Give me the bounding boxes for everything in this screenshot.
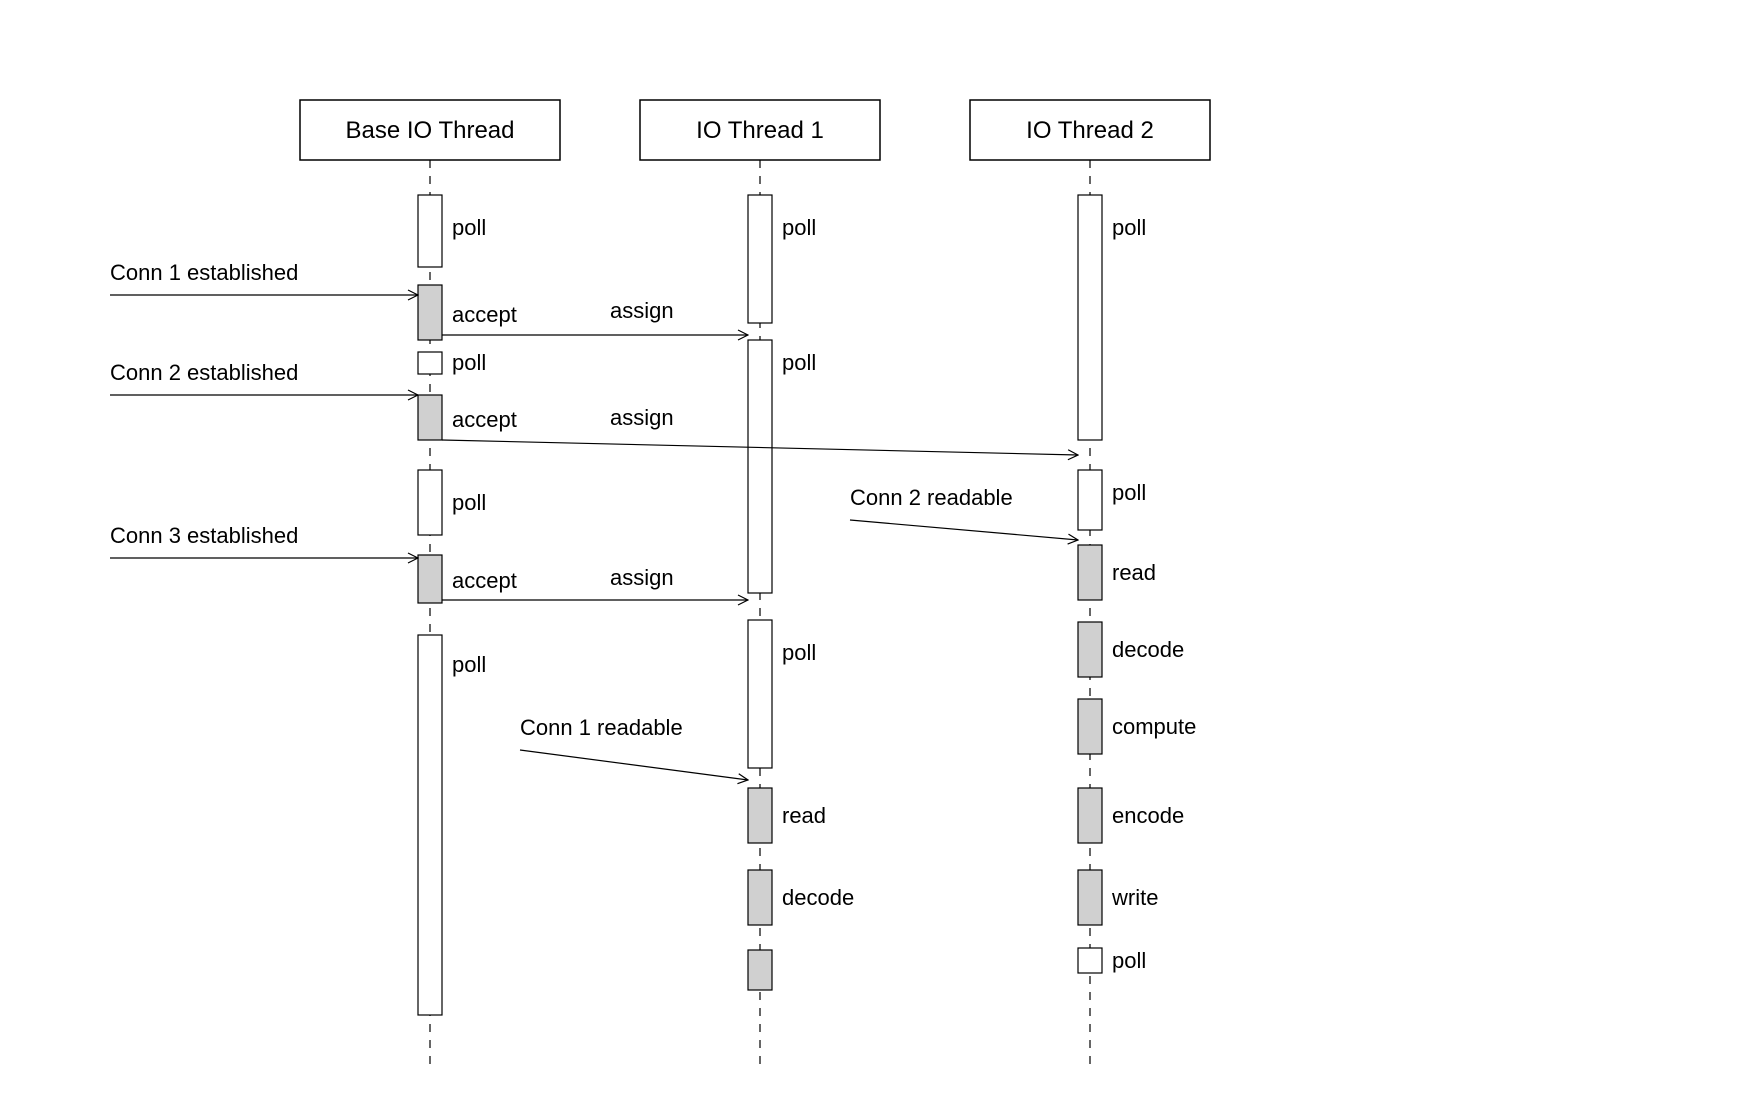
io2-write-label: write: [1111, 885, 1158, 910]
io2-poll-3: [1078, 948, 1102, 973]
io1-poll-3-label: poll: [782, 640, 816, 665]
base-poll-2: [418, 352, 442, 374]
base-accept-2: [418, 395, 442, 440]
msg-conn1-rd-label: Conn 1 readable: [520, 715, 683, 740]
msg-conn2-rd-label: Conn 2 readable: [850, 485, 1013, 510]
io2-compute: [1078, 699, 1102, 754]
io2-poll-1-label: poll: [1112, 215, 1146, 240]
io2-read-label: read: [1112, 560, 1156, 585]
base-poll-1: [418, 195, 442, 267]
base-accept-3-label: accept: [452, 568, 517, 593]
msg-assign2-label: assign: [610, 405, 674, 430]
io1-poll-1-label: poll: [782, 215, 816, 240]
base-accept-3: [418, 555, 442, 603]
base-poll-2-label: poll: [452, 350, 486, 375]
io2-poll-3-label: poll: [1112, 948, 1146, 973]
io1-poll-1: [748, 195, 772, 323]
sequence-diagram: Base IO Thread IO Thread 1 IO Thread 2 p…: [0, 0, 1738, 1106]
io2-poll-2: [1078, 470, 1102, 530]
msg-conn2-est-label: Conn 2 established: [110, 360, 298, 385]
lane-title-io1: IO Thread 1: [696, 117, 824, 144]
base-poll-3-label: poll: [452, 490, 486, 515]
io1-read: [748, 788, 772, 843]
io2-write: [1078, 870, 1102, 925]
msg-assign1-label: assign: [610, 298, 674, 323]
io1-trailing: [748, 950, 772, 990]
io1-poll-2-label: poll: [782, 350, 816, 375]
io2-decode-label: decode: [1112, 637, 1184, 662]
io2-decode: [1078, 622, 1102, 677]
io1-poll-2: [748, 340, 772, 593]
base-poll-1-label: poll: [452, 215, 486, 240]
io2-poll-2-label: poll: [1112, 480, 1146, 505]
io1-poll-3: [748, 620, 772, 768]
io1-read-label: read: [782, 803, 826, 828]
base-accept-1-label: accept: [452, 302, 517, 327]
base-accept-1: [418, 285, 442, 340]
base-poll-4: [418, 635, 442, 1015]
io2-compute-label: compute: [1112, 714, 1196, 739]
base-poll-3: [418, 470, 442, 535]
io2-poll-1: [1078, 195, 1102, 440]
io2-read: [1078, 545, 1102, 600]
lane-title-io2: IO Thread 2: [1026, 117, 1154, 144]
io1-decode-label: decode: [782, 885, 854, 910]
msg-conn1-est-label: Conn 1 established: [110, 260, 298, 285]
lane-title-base: Base IO Thread: [346, 117, 515, 144]
msg-conn1-rd-arrow: [520, 750, 748, 780]
io1-decode: [748, 870, 772, 925]
msg-conn2-rd-arrow: [850, 520, 1078, 540]
base-accept-2-label: accept: [452, 407, 517, 432]
base-poll-4-label: poll: [452, 652, 486, 677]
io2-encode: [1078, 788, 1102, 843]
io2-encode-label: encode: [1112, 803, 1184, 828]
msg-assign3-label: assign: [610, 565, 674, 590]
msg-conn3-est-label: Conn 3 established: [110, 523, 298, 548]
